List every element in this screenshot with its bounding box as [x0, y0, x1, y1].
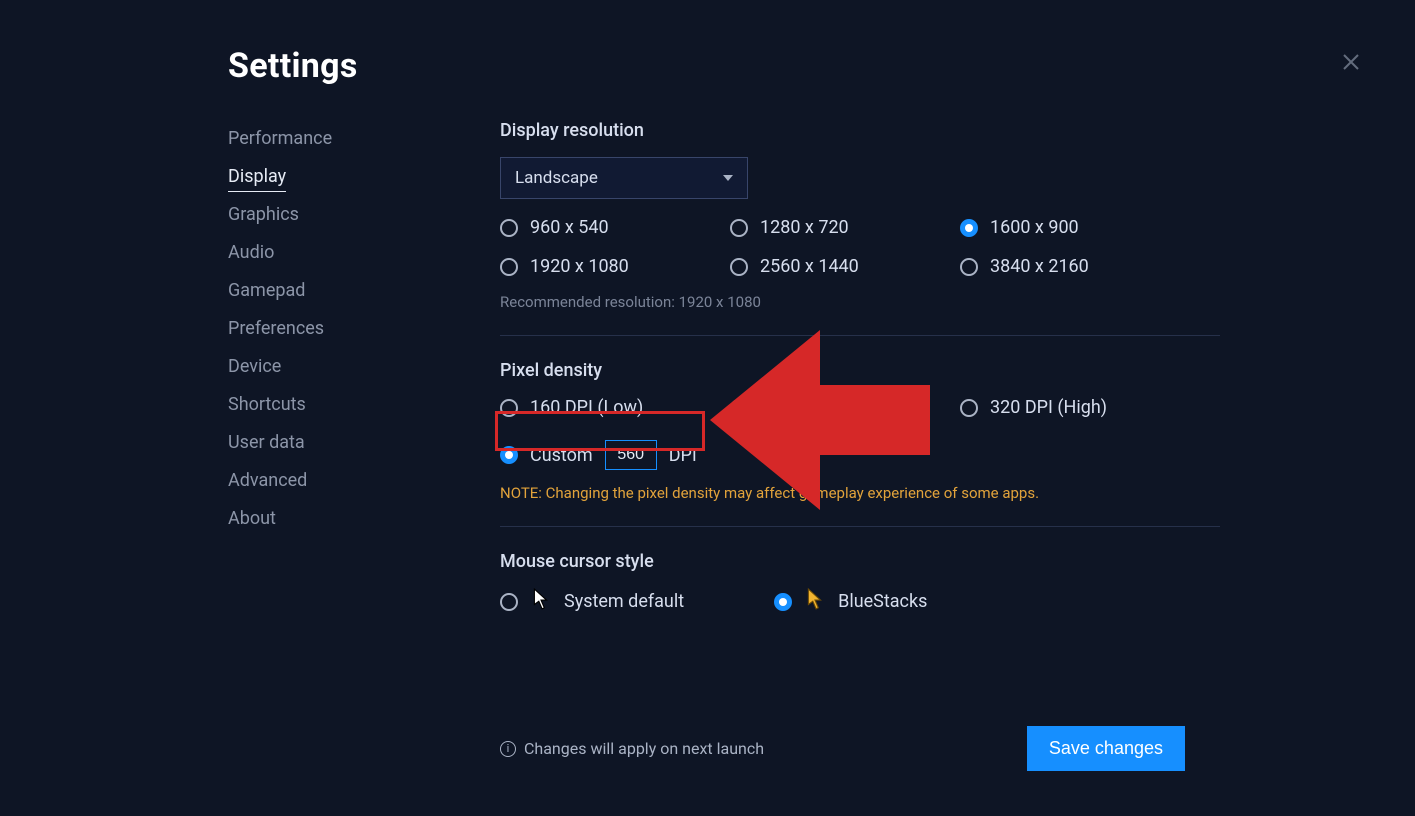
radio-icon — [730, 258, 748, 276]
dpi-option-320[interactable]: 320 DPI (High) — [960, 397, 1190, 418]
radio-icon — [500, 446, 518, 464]
cursor-option-bluestacks[interactable]: BlueStacks — [774, 588, 927, 615]
footer-bar: i Changes will apply on next launch Save… — [500, 726, 1185, 771]
display-resolution-heading: Display resolution — [500, 120, 1220, 141]
dpi-option-160[interactable]: 160 DPI (Low) — [500, 397, 730, 418]
section-mouse-cursor: Mouse cursor style System default — [500, 551, 1220, 639]
bluestacks-cursor-icon — [806, 588, 824, 615]
sidebar-item-graphics[interactable]: Graphics — [228, 196, 428, 234]
info-icon: i — [500, 741, 516, 757]
chevron-down-icon — [723, 175, 733, 181]
radio-icon — [960, 219, 978, 237]
sidebar-item-audio[interactable]: Audio — [228, 234, 428, 272]
section-pixel-density: Pixel density 160 DPI (Low) 240 DPI (Med… — [500, 360, 1220, 527]
dpi-label: 160 DPI (Low) — [530, 397, 643, 418]
sidebar-item-performance[interactable]: Performance — [228, 120, 428, 158]
resolution-label: 3840 x 2160 — [990, 256, 1089, 277]
sidebar-item-shortcuts[interactable]: Shortcuts — [228, 386, 428, 424]
pixel-density-note: NOTE: Changing the pixel density may aff… — [500, 484, 1220, 502]
sidebar-item-about[interactable]: About — [228, 500, 428, 538]
section-display-resolution: Display resolution Landscape 960 x 540 1… — [500, 120, 1220, 336]
sidebar-item-user-data[interactable]: User data — [228, 424, 428, 462]
dpi-option-custom[interactable]: Custom DPI — [500, 440, 1190, 470]
dpi-custom-input[interactable] — [605, 440, 657, 470]
cursor-label: System default — [564, 591, 684, 612]
sidebar-item-advanced[interactable]: Advanced — [228, 462, 428, 500]
radio-icon — [500, 593, 518, 611]
settings-sidebar: Performance Display Graphics Audio Gamep… — [228, 120, 428, 663]
dpi-suffix: DPI — [669, 445, 697, 466]
resolution-option-1920x1080[interactable]: 1920 x 1080 — [500, 256, 730, 277]
page-title: Settings — [228, 46, 1415, 86]
cursor-option-system-default[interactable]: System default — [500, 588, 684, 615]
dpi-label: 240 DPI (Medium) — [760, 397, 905, 418]
radio-icon — [730, 219, 748, 237]
radio-icon — [500, 399, 518, 417]
radio-icon — [500, 219, 518, 237]
resolution-label: 1600 x 900 — [990, 217, 1079, 238]
resolution-label: 960 x 540 — [530, 217, 609, 238]
radio-icon — [774, 593, 792, 611]
system-cursor-icon — [532, 588, 550, 615]
resolution-option-1600x900[interactable]: 1600 x 900 — [960, 217, 1190, 238]
pixel-density-heading: Pixel density — [500, 360, 1220, 381]
sidebar-item-gamepad[interactable]: Gamepad — [228, 272, 428, 310]
resolution-option-2560x1440[interactable]: 2560 x 1440 — [730, 256, 960, 277]
resolution-label: 2560 x 1440 — [760, 256, 859, 277]
resolution-label: 1920 x 1080 — [530, 256, 629, 277]
dpi-option-240[interactable]: 240 DPI (Medium) — [730, 397, 960, 418]
footer-notice: Changes will apply on next launch — [524, 739, 764, 758]
orientation-selected-value: Landscape — [515, 168, 598, 188]
recommended-resolution-text: Recommended resolution: 1920 x 1080 — [500, 293, 1220, 311]
resolution-option-1280x720[interactable]: 1280 x 720 — [730, 217, 960, 238]
dpi-label: 320 DPI (High) — [990, 397, 1107, 418]
radio-icon — [960, 399, 978, 417]
radio-icon — [730, 399, 748, 417]
orientation-select[interactable]: Landscape — [500, 157, 748, 199]
mouse-cursor-heading: Mouse cursor style — [500, 551, 1220, 572]
resolution-option-3840x2160[interactable]: 3840 x 2160 — [960, 256, 1190, 277]
sidebar-item-device[interactable]: Device — [228, 348, 428, 386]
sidebar-item-display[interactable]: Display — [228, 158, 428, 196]
save-changes-button[interactable]: Save changes — [1027, 726, 1185, 771]
resolution-label: 1280 x 720 — [760, 217, 849, 238]
close-icon[interactable] — [1339, 50, 1363, 74]
cursor-label: BlueStacks — [838, 591, 927, 612]
sidebar-item-preferences[interactable]: Preferences — [228, 310, 428, 348]
radio-icon — [960, 258, 978, 276]
dpi-custom-label: Custom — [530, 445, 593, 466]
settings-content: Display resolution Landscape 960 x 540 1… — [500, 120, 1220, 663]
radio-icon — [500, 258, 518, 276]
resolution-option-960x540[interactable]: 960 x 540 — [500, 217, 730, 238]
